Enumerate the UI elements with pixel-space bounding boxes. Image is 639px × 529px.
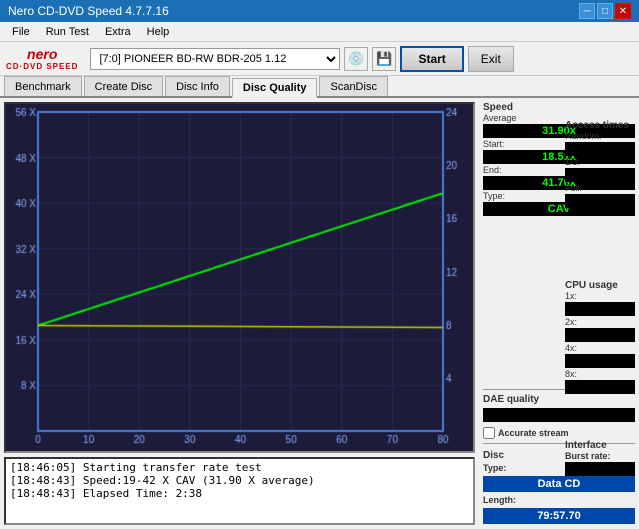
title-bar: Nero CD-DVD Speed 4.7.7.16 ─ □ ✕ — [0, 0, 639, 22]
tab-create-disc[interactable]: Create Disc — [84, 76, 163, 96]
cpu-label: CPU usage — [565, 280, 635, 291]
cpu-2x-value — [565, 328, 635, 342]
chart-container — [4, 102, 475, 453]
chart-area: [18:46:05] Starting transfer rate test [… — [0, 98, 479, 529]
burst-value — [565, 462, 635, 476]
tab-scandisc[interactable]: ScanDisc — [319, 76, 387, 96]
interface-section: Interface Burst rate: — [565, 440, 635, 477]
random-value — [565, 142, 635, 156]
tab-benchmark[interactable]: Benchmark — [4, 76, 82, 96]
full-value — [565, 194, 635, 208]
tab-disc-quality[interactable]: Disc Quality — [232, 78, 318, 98]
cpu-1x-label: 1x: — [565, 291, 635, 301]
log-entry-1: [18:48:43] Speed:19-42 X CAV (31.90 X av… — [10, 474, 469, 487]
disc-length-value: 79:57.70 — [483, 508, 635, 524]
chart-canvas — [6, 104, 473, 451]
one-third-value — [565, 168, 635, 182]
menu-extra[interactable]: Extra — [97, 24, 139, 40]
nero-logo-top: nero — [27, 46, 57, 62]
menu-file[interactable]: File — [4, 24, 38, 40]
start-button[interactable]: Start — [400, 46, 463, 72]
cpu-2x-label: 2x: — [565, 317, 635, 327]
speed-label: Speed — [483, 102, 635, 113]
random-label: Random: — [565, 131, 635, 141]
disc-type-value: Data CD — [483, 476, 635, 492]
accurate-stream-checkbox[interactable] — [483, 427, 495, 439]
access-section: Access times Random: 1/3: Full: — [565, 120, 635, 209]
cpu-1x-value — [565, 302, 635, 316]
disc-length-label: Length: — [483, 495, 635, 505]
eject-icon-button[interactable]: 💿 — [344, 47, 368, 71]
toolbar: nero CD·DVD SPEED [7:0] PIONEER BD-RW BD… — [0, 42, 639, 76]
minimize-button[interactable]: ─ — [579, 3, 595, 19]
nero-logo-bottom: CD·DVD SPEED — [6, 62, 78, 71]
dae-value — [483, 408, 635, 422]
one-third-label: 1/3: — [565, 157, 635, 167]
title-bar-text: Nero CD-DVD Speed 4.7.7.16 — [8, 4, 169, 18]
menu-run-test[interactable]: Run Test — [38, 24, 97, 40]
interface-label: Interface — [565, 440, 635, 451]
maximize-button[interactable]: □ — [597, 3, 613, 19]
drive-select[interactable]: [7:0] PIONEER BD-RW BDR-205 1.12 — [90, 48, 340, 70]
cpu-4x-label: 4x: — [565, 343, 635, 353]
main-content: [18:46:05] Starting transfer rate test [… — [0, 98, 639, 529]
close-button[interactable]: ✕ — [615, 3, 631, 19]
title-bar-buttons: ─ □ ✕ — [579, 3, 631, 19]
tabs: Benchmark Create Disc Disc Info Disc Qua… — [0, 76, 639, 98]
menu-bar: File Run Test Extra Help — [0, 22, 639, 42]
full-label: Full: — [565, 183, 635, 193]
save-icon-button[interactable]: 💾 — [372, 47, 396, 71]
access-label: Access times — [565, 120, 635, 131]
cpu-4x-value — [565, 354, 635, 368]
accurate-stream-area: Accurate stream — [483, 427, 635, 439]
log-entry-2: [18:48:43] Elapsed Time: 2:38 — [10, 487, 469, 500]
nero-logo: nero CD·DVD SPEED — [6, 46, 78, 71]
cpu-8x-value — [565, 380, 635, 394]
tab-disc-info[interactable]: Disc Info — [165, 76, 230, 96]
burst-label: Burst rate: — [565, 451, 635, 461]
dae-label: DAE quality — [483, 394, 635, 405]
accurate-stream-label: Accurate stream — [498, 428, 569, 438]
cpu-8x-label: 8x: — [565, 369, 635, 379]
exit-button[interactable]: Exit — [468, 46, 514, 72]
menu-help[interactable]: Help — [139, 24, 178, 40]
cpu-section: CPU usage 1x: 2x: 4x: 8x: — [565, 280, 635, 395]
log-area[interactable]: [18:46:05] Starting transfer rate test [… — [4, 457, 475, 525]
log-entry-0: [18:46:05] Starting transfer rate test — [10, 461, 469, 474]
